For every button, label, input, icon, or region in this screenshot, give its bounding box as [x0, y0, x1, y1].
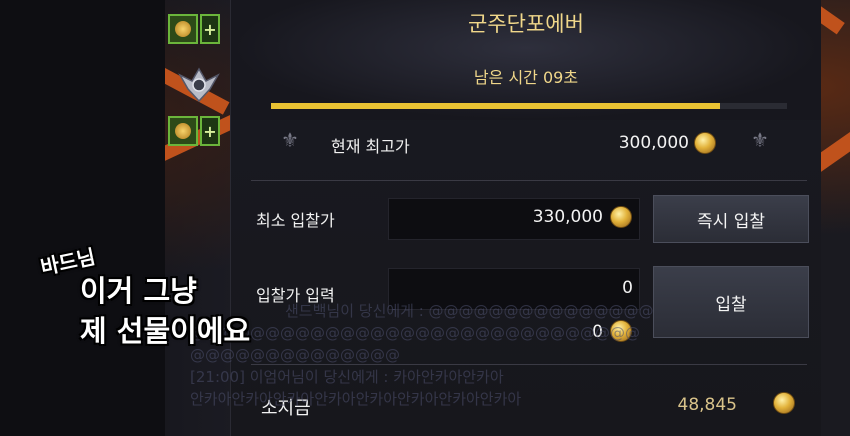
gold-coin-icon [694, 132, 716, 154]
caption-line-2: 이거 그냥 [80, 274, 197, 308]
min-bid-label: 최소 입찰가 [256, 211, 335, 230]
balance-label: 소지금 [261, 398, 311, 419]
buff-icons-row: + [168, 14, 220, 44]
divider [251, 364, 807, 365]
bid-button[interactable]: 입찰 [653, 266, 809, 338]
instant-bid-button[interactable]: 즉시 입찰 [653, 195, 809, 243]
plus-icon: + [200, 116, 220, 146]
current-highest-value: 300,000 [618, 133, 689, 153]
ornament-left-icon: ⚜ [281, 128, 299, 152]
bid-input-label: 입찰가 입력 [256, 286, 335, 305]
guild-emblem-icon [175, 60, 223, 108]
time-remaining: 남은 시간 09초 [473, 68, 579, 87]
timer-bar-fill [271, 103, 720, 109]
balance-value: 48,845 [677, 395, 737, 415]
ornament-right-icon: ⚜ [751, 128, 769, 152]
gold-bag-icon [168, 14, 198, 44]
min-bid-value: 330,000 [532, 207, 603, 227]
gold-coin-icon [610, 320, 632, 342]
gold-bag-icon [168, 116, 198, 146]
timer-bar [271, 103, 787, 109]
gold-coin-icon [773, 392, 795, 414]
bid-total-value: 0 [592, 322, 603, 342]
bid-input-value: 0 [622, 278, 633, 298]
plus-icon: + [200, 14, 220, 44]
caption-line-3: 제 선물이에요 [80, 314, 251, 348]
item-title: 군주단포에버 [468, 12, 584, 36]
gold-coin-icon [610, 206, 632, 228]
left-dark-area [0, 0, 165, 436]
buff-icons-row: + [168, 116, 220, 146]
current-highest-label: 현재 최고가 [331, 137, 410, 156]
divider [251, 180, 807, 181]
auction-panel: 군주단포에버 남은 시간 09초 ⚜ ⚜ 현재 최고가 300,000 최소 입… [230, 0, 821, 436]
